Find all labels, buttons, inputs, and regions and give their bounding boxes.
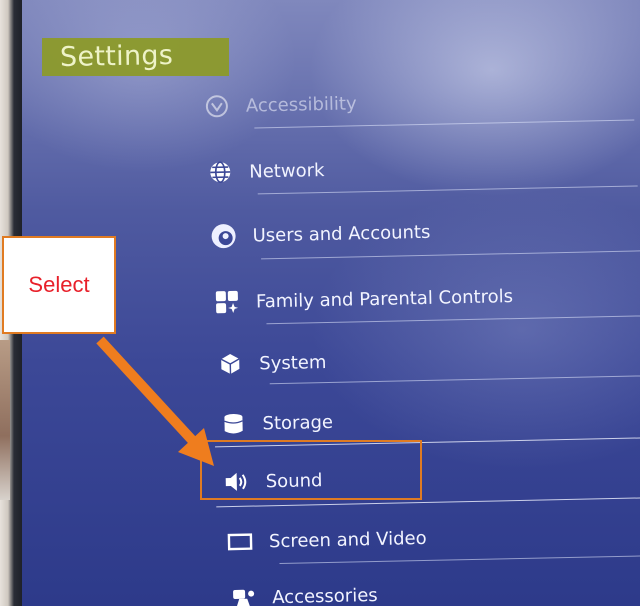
database-icon [220,411,247,438]
menu-item-label: Screen and Video [268,527,427,552]
menu-item-label: System [259,351,327,374]
menu-item-users-and-accounts[interactable]: Users and Accounts [210,212,431,257]
menu-item-storage[interactable]: Storage [220,402,333,444]
globe-icon [207,159,234,186]
menu-item-label: Accessories [271,584,378,606]
callout-label: Select [28,272,90,297]
menu-item-family-and-parental-controls[interactable]: Family and Parental Controls [214,276,514,322]
menu-item-network[interactable]: Network [207,150,325,192]
user-avatar-icon [210,223,237,250]
selected-item-highlight [200,440,422,500]
family-icon [214,289,241,316]
cube-icon [217,351,244,378]
screen-icon [227,529,254,556]
menu-item-label: Family and Parental Controls [255,285,514,312]
menu-item-label: Network [249,159,325,183]
controller-icon [230,585,257,606]
menu-item-label: Storage [262,411,334,434]
select-callout: Select [2,236,116,334]
menu-item-accessibility[interactable]: Accessibility [203,83,357,126]
menu-item-label: Users and Accounts [252,221,431,247]
menu-item-screen-and-video[interactable]: Screen and Video [227,518,427,562]
menu-item-label: Accessibility [245,92,357,117]
menu-item-accessories[interactable]: Accessories [230,575,378,606]
menu-item-system[interactable]: System [217,342,327,384]
accessibility-icon [204,93,231,120]
